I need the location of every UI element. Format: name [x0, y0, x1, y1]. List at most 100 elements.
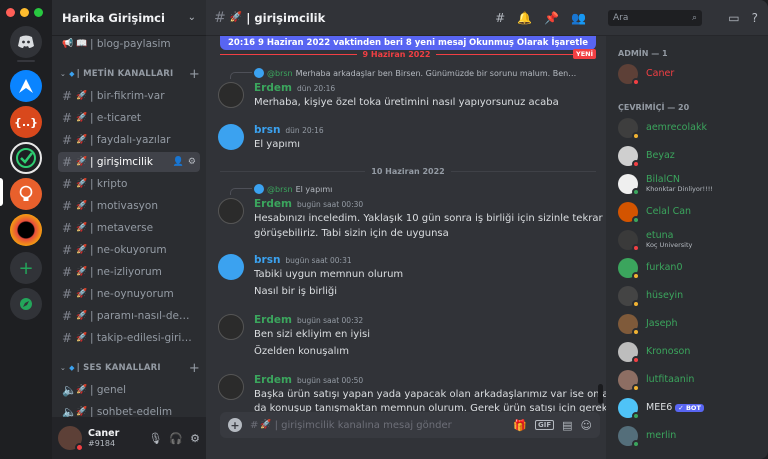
avatar[interactable]: [218, 374, 244, 400]
minimize-window-button[interactable]: [20, 8, 29, 17]
member-item[interactable]: aemrecolakk: [618, 116, 764, 140]
member-item[interactable]: hüseyin: [618, 284, 764, 308]
message-time: bugün saat 00:30: [296, 200, 364, 209]
channel-item[interactable]: # 🚀 | metaverse: [58, 218, 200, 238]
server-icon-4[interactable]: [10, 178, 42, 210]
member-item[interactable]: MEE6 ✓ BOT: [618, 396, 764, 420]
divider-date: 9 Haziran 2022: [362, 49, 431, 59]
microphone-icon[interactable]: 🎙: [148, 432, 162, 445]
message-author[interactable]: Erdem: [254, 198, 292, 210]
headphones-icon[interactable]: 🎧: [169, 432, 183, 445]
server-icon-2[interactable]: {..}: [10, 106, 42, 138]
channel-item[interactable]: # 🚀 | motivasyon: [58, 196, 200, 216]
message-author[interactable]: Erdem: [254, 374, 292, 386]
server-icon-5[interactable]: [10, 214, 42, 246]
category-voice-channels[interactable]: ⌄ ◆ | SES KANALLARI +: [52, 358, 206, 378]
category-text-channels[interactable]: ⌄ ◆ | METİN KANALLARI +: [52, 64, 206, 84]
member-item[interactable]: Caner: [618, 62, 764, 86]
gear-icon[interactable]: ⚙: [190, 432, 200, 445]
pin-icon[interactable]: 📌: [544, 11, 559, 25]
avatar[interactable]: [218, 254, 244, 280]
message-text: El yapımı: [254, 139, 300, 150]
member-item[interactable]: merlin: [618, 424, 764, 448]
message-author[interactable]: brsn: [254, 254, 280, 266]
avatar[interactable]: [58, 426, 84, 452]
gift-icon[interactable]: 🎁: [513, 419, 527, 432]
message-text: Hesabınızı inceledim. Yaklaşık 10 gün so…: [254, 213, 603, 224]
scrollbar-thumb[interactable]: [598, 384, 603, 404]
channel-item[interactable]: # 🚀 | ne-oynuyorum: [58, 284, 200, 304]
channel-item[interactable]: # 🚀 | faydalı-yazılar: [58, 130, 200, 150]
channel-item[interactable]: # 🚀 | bir-fikrim-var: [58, 86, 200, 106]
channel-item[interactable]: # 🚀 | kripto: [58, 174, 200, 194]
server-icon-3-active[interactable]: [10, 142, 42, 174]
channel-item[interactable]: # 🚀 | ne-okuyorum: [58, 240, 200, 260]
reply-preview[interactable]: @brsn El yapımı: [254, 184, 332, 194]
member-item[interactable]: Jaseph: [618, 312, 764, 336]
idle-status-icon: [632, 300, 640, 308]
avatar[interactable]: [218, 82, 244, 108]
add-server-button[interactable]: +: [10, 252, 42, 284]
bell-icon[interactable]: 🔔: [517, 11, 532, 25]
message-author[interactable]: Erdem: [254, 82, 292, 94]
avatar: [618, 426, 640, 448]
close-window-button[interactable]: [6, 8, 15, 17]
member-item[interactable]: lutfitaanin: [618, 368, 764, 392]
gif-button[interactable]: GIF: [534, 420, 555, 430]
rocket-icon: 🚀: [76, 201, 88, 211]
member-item[interactable]: BilalCN Khonktar Dinliyor!!!!: [618, 172, 764, 196]
server-icon-1[interactable]: [10, 70, 42, 102]
channel-item[interactable]: # 🚀 | paramı-nasıl-değe…: [58, 306, 200, 326]
voice-channel-item[interactable]: 🔈 🚀 | sohbet-edelim: [58, 402, 200, 417]
avatar[interactable]: [218, 198, 244, 224]
sticker-icon[interactable]: ▤: [562, 419, 572, 432]
add-attachment-button[interactable]: +: [228, 418, 242, 432]
new-messages-bar[interactable]: 20:16 9 Haziran 2022 vaktinden beri 8 ye…: [220, 36, 596, 50]
gear-icon[interactable]: ⚙: [188, 157, 196, 167]
member-name: aemrecolakk: [646, 121, 707, 133]
search-icon: ⌕: [691, 13, 697, 23]
member-item[interactable]: Kronoson: [618, 340, 764, 364]
explore-servers-button[interactable]: [10, 288, 42, 320]
help-icon[interactable]: ?: [752, 11, 758, 25]
inbox-icon[interactable]: ▭: [728, 11, 739, 25]
member-item[interactable]: Celal Can: [618, 200, 764, 224]
channel-item[interactable]: # 🚀 | e-ticaret: [58, 108, 200, 128]
channel-name: | genel: [90, 384, 127, 396]
reply-line: [230, 188, 252, 195]
member-list-icon[interactable]: 👥: [571, 11, 586, 25]
message-input[interactable]: [274, 419, 514, 431]
category-label: | SES KANALLARI: [76, 363, 161, 373]
invite-icon[interactable]: 👤: [173, 157, 184, 167]
threads-icon[interactable]: #: [495, 11, 505, 25]
chat-scrollbar[interactable]: [598, 52, 603, 404]
guild-name: Harika Girişimci: [62, 10, 165, 25]
add-channel-icon[interactable]: +: [189, 361, 200, 376]
member-item[interactable]: Beyaz: [618, 144, 764, 168]
diamond-icon: ◆: [69, 70, 75, 78]
channel-item[interactable]: # 🚀 | takip-edilesi-girişi…: [58, 328, 200, 348]
idle-status-icon: [632, 328, 640, 336]
member-item[interactable]: etuna Koç University: [618, 228, 764, 252]
channel-item-active[interactable]: # 🚀 | girişimcilik 👤 ⚙: [58, 152, 200, 172]
reply-preview[interactable]: @brsn Merhaba arkadaşlar ben Birsen. Gün…: [254, 68, 576, 78]
message-author[interactable]: brsn: [254, 124, 280, 136]
user-info[interactable]: Caner #9184: [88, 428, 148, 449]
message-author[interactable]: Erdem: [254, 314, 292, 326]
add-channel-icon[interactable]: +: [189, 67, 200, 82]
zoom-window-button[interactable]: [34, 8, 43, 17]
avatar[interactable]: [218, 314, 244, 340]
channel-item[interactable]: # 🚀 | ne-izliyorum: [58, 262, 200, 282]
message-text: Ben sizi ekliyim en iyisi: [254, 329, 370, 340]
avatar[interactable]: [218, 124, 244, 150]
voice-channel-item[interactable]: 🔈 🚀 | genel: [58, 380, 200, 400]
guild-header[interactable]: Harika Girişimci ⌄: [52, 0, 206, 36]
emoji-icon[interactable]: ☺: [581, 419, 592, 432]
home-button[interactable]: [10, 26, 42, 58]
member-item[interactable]: furkan0: [618, 256, 764, 280]
search-input[interactable]: Ara ⌕: [608, 10, 702, 26]
channel-name: | motivasyon: [90, 200, 158, 212]
mark-as-read-button[interactable]: Okunmuş Olarak İşaretle: [469, 38, 588, 48]
speaker-icon: 🔈: [62, 405, 77, 417]
channel-item-blog[interactable]: 📢 📖 | blog-paylasim: [58, 34, 200, 54]
